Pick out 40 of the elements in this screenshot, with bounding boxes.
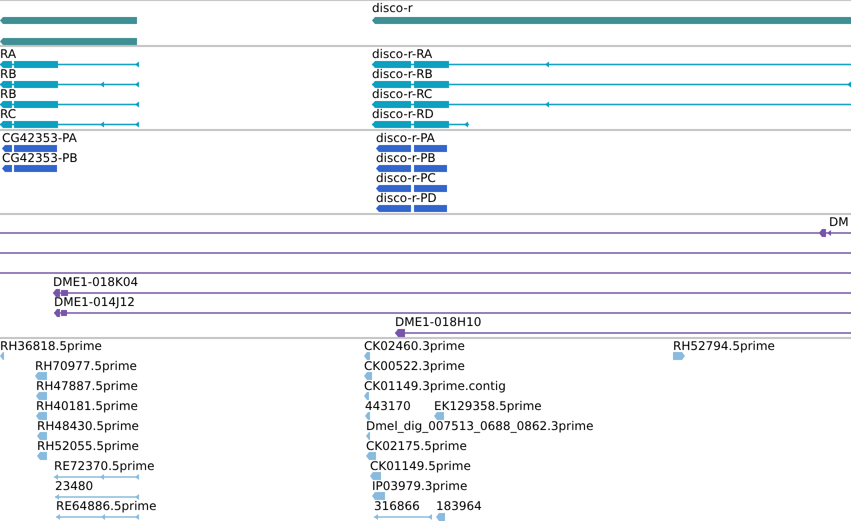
- feature-label: disco-r-RB: [372, 68, 433, 81]
- feature-label: RH36818.5prime: [0, 340, 102, 353]
- feature-label: disco-r-PA: [376, 132, 435, 145]
- feature-label: RH52055.5prime: [37, 440, 139, 453]
- feature-label: RC: [0, 108, 16, 121]
- feature-label: RB: [0, 88, 17, 101]
- feature-label: CK01149.3prime.contig: [364, 380, 506, 393]
- feature-label: RH52794.5prime: [673, 340, 775, 353]
- feature-label: RA: [0, 48, 16, 61]
- feature-label: disco-r-RA: [372, 48, 432, 61]
- feature-label: disco-r-PB: [376, 152, 436, 165]
- feature-label: disco-r-PC: [376, 172, 436, 185]
- feature-label: disco-r-RC: [372, 88, 432, 101]
- feature-label: Dmel_dig_007513_0688_0862.3prime: [366, 420, 594, 433]
- feature-label: RH40181.5prime: [36, 400, 138, 413]
- feature-label: disco-r-RD: [372, 108, 434, 121]
- feature-label: RH48430.5prime: [37, 420, 139, 433]
- feature-label: CG42353-PB: [2, 152, 78, 165]
- feature-label: 183964: [436, 500, 482, 513]
- feature-label: 443170: [365, 400, 411, 413]
- feature-label: RH47887.5prime: [36, 380, 138, 393]
- feature-label: RE72370.5prime: [54, 460, 154, 473]
- feature-label: disco-r-PD: [376, 192, 437, 205]
- feature-label: CK02175.5prime: [366, 440, 467, 453]
- feature-label: CK02460.3prime: [364, 340, 465, 353]
- feature-label: EK129358.5prime: [434, 400, 542, 413]
- feature-label: CG42353-PA: [2, 132, 77, 145]
- feature-label: DME1-018H10: [395, 316, 482, 329]
- feature-label: 316866: [374, 500, 420, 513]
- feature-label: CK01149.5prime: [370, 460, 471, 473]
- feature-label: RH70977.5prime: [35, 360, 137, 373]
- feature-label: CK00522.3prime: [364, 360, 465, 373]
- feature-label: IP03979.3prime: [372, 480, 468, 493]
- feature-label: DM: [829, 216, 849, 229]
- feature-label: DME1-014J12: [54, 296, 135, 309]
- feature-label: RB: [0, 68, 17, 81]
- feature-label: 23480: [55, 480, 94, 493]
- feature-label: DME1-018K04: [53, 276, 138, 289]
- feature-label: RE64886.5prime: [56, 500, 156, 513]
- feature-label: disco-r: [372, 2, 413, 15]
